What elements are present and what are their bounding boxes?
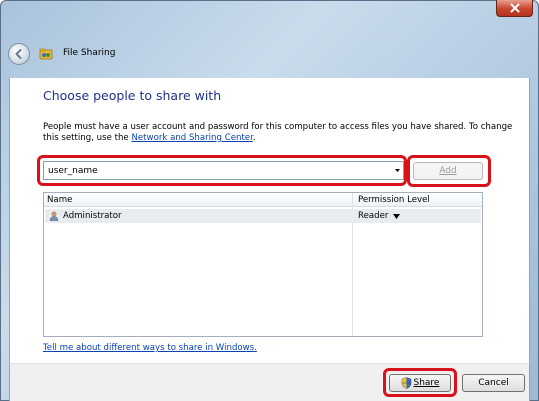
share-button[interactable]: Share [389,374,451,392]
chevron-down-icon[interactable] [395,168,400,173]
user-name-input[interactable] [48,165,388,176]
network-sharing-center-link[interactable]: Network and Sharing Center [131,133,252,143]
footer-bar [9,363,530,401]
page-heading: Choose people to share with [43,88,222,103]
list-header: Name Permission Level [44,193,482,207]
table-row[interactable]: Administrator Reader [45,209,481,223]
user-permissions-list: Name Permission Level Administrator Read… [43,192,483,337]
description-end: . [252,133,256,143]
description-body: People must have a user account and pass… [43,122,513,143]
permission-level-dropdown[interactable]: Reader [358,211,388,221]
row-user-name: Administrator [63,211,122,221]
user-name-combobox[interactable] [43,161,404,180]
file-sharing-icon [39,48,53,60]
back-button[interactable] [8,43,30,65]
chevron-down-icon[interactable] [393,214,400,219]
close-button[interactable] [496,0,533,17]
uac-shield-icon [401,377,411,389]
back-arrow-icon [15,49,22,59]
user-icon [49,211,59,221]
share-button-label: Share [413,378,440,388]
column-header-name[interactable]: Name [47,195,72,205]
description-text: People must have a user account and pass… [43,122,513,144]
cancel-button[interactable]: Cancel [462,374,525,392]
add-button[interactable]: Add [413,162,483,180]
window-title: File Sharing [63,48,116,58]
help-link[interactable]: Tell me about different ways to share in… [43,343,257,353]
column-header-permission[interactable]: Permission Level [358,195,430,205]
close-icon [510,3,519,13]
